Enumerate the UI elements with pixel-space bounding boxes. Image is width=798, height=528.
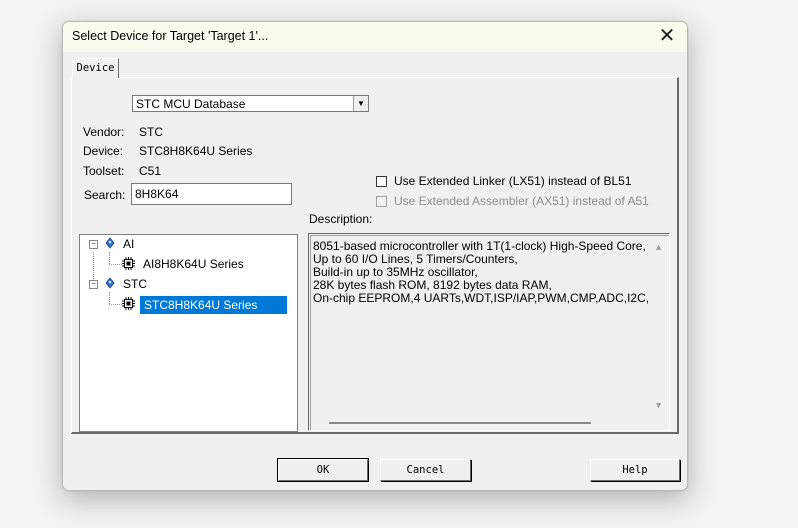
- search-input[interactable]: [131, 183, 292, 205]
- device-tree[interactable]: − AI AI8H8K64U Series − STC STC8H8K64U S…: [79, 234, 298, 432]
- horizontal-scrollbar[interactable]: [329, 422, 591, 424]
- tree-item-stc[interactable]: STC: [123, 276, 147, 292]
- vendor-label: Vendor:: [83, 125, 125, 139]
- toolset-value: C51: [139, 164, 162, 178]
- search-label: Search:: [84, 188, 126, 202]
- tree-item-label: AI8H8K64U Series: [143, 257, 244, 271]
- tree-connector: [109, 264, 122, 265]
- cancel-button-label: Cancel: [406, 464, 445, 476]
- description-content: 8051-based microcontroller with 1T(1-clo…: [310, 235, 669, 430]
- window-title: Select Device for Target 'Target 1'...: [72, 29, 269, 43]
- device-value: STC8H8K64U Series: [139, 144, 253, 158]
- collapse-toggle-ai[interactable]: −: [89, 240, 98, 249]
- description-text: 8051-based microcontroller with 1T(1-clo…: [313, 240, 649, 305]
- close-icon: ✕: [658, 25, 676, 47]
- tree-connector: [109, 292, 110, 304]
- ok-button[interactable]: OK: [277, 458, 369, 482]
- tree-item-ai[interactable]: AI: [123, 236, 134, 252]
- tab-device-label: Device: [76, 62, 115, 74]
- scroll-down-icon[interactable]: ▼: [654, 400, 663, 410]
- toolset-label: Toolset:: [83, 164, 125, 178]
- vendor-value: STC: [139, 125, 163, 139]
- vendor-icon: [105, 237, 115, 249]
- chip-icon: [122, 297, 135, 310]
- collapse-toggle-stc[interactable]: −: [89, 280, 98, 289]
- tree-item-stc8h8k64u-series[interactable]: STC8H8K64U Series: [140, 296, 287, 314]
- tree-item-label: STC8H8K64U Series: [144, 298, 258, 312]
- select-device-dialog: Select Device for Target 'Target 1'... ✕…: [62, 21, 688, 491]
- help-button-label: Help: [622, 464, 648, 476]
- description-label: Description:: [309, 212, 373, 226]
- ok-button-label: OK: [316, 464, 330, 476]
- database-select-value: STC MCU Database: [136, 97, 246, 111]
- tab-device[interactable]: Device: [72, 58, 119, 78]
- tree-item-label: STC: [123, 277, 147, 291]
- chip-icon: [122, 257, 135, 270]
- extended-linker-option[interactable]: Use Extended Linker (LX51) instead of BL…: [376, 174, 631, 188]
- device-label: Device:: [83, 144, 124, 158]
- extended-assembler-option: Use Extended Assembler (AX51) instead of…: [376, 194, 649, 208]
- vendor-icon: [105, 277, 115, 289]
- cancel-button[interactable]: Cancel: [380, 459, 471, 481]
- extended-assembler-checkbox: [376, 195, 387, 207]
- description-line: On-chip EEPROM,4 UARTs,WDT,ISP/IAP,PWM,C…: [313, 291, 649, 305]
- scroll-up-icon[interactable]: ▲: [654, 242, 663, 252]
- tree-connector: [109, 252, 110, 264]
- database-select[interactable]: STC MCU Database ▼: [132, 95, 369, 112]
- description-box: 8051-based microcontroller with 1T(1-clo…: [308, 233, 670, 431]
- tree-connector: [93, 252, 94, 281]
- chevron-down-icon[interactable]: ▼: [353, 96, 368, 111]
- extended-linker-checkbox[interactable]: [376, 175, 387, 187]
- tree-connector: [109, 304, 122, 305]
- title-bar: Select Device for Target 'Target 1'... ✕: [63, 22, 687, 52]
- tree-item-ai8h8k64u-series[interactable]: AI8H8K64U Series: [143, 256, 244, 272]
- close-button[interactable]: ✕: [647, 22, 687, 52]
- extended-assembler-label: Use Extended Assembler (AX51) instead of…: [394, 194, 649, 208]
- extended-linker-label: Use Extended Linker (LX51) instead of BL…: [394, 174, 632, 188]
- tree-item-label: AI: [123, 237, 135, 251]
- help-button[interactable]: Help: [590, 459, 680, 481]
